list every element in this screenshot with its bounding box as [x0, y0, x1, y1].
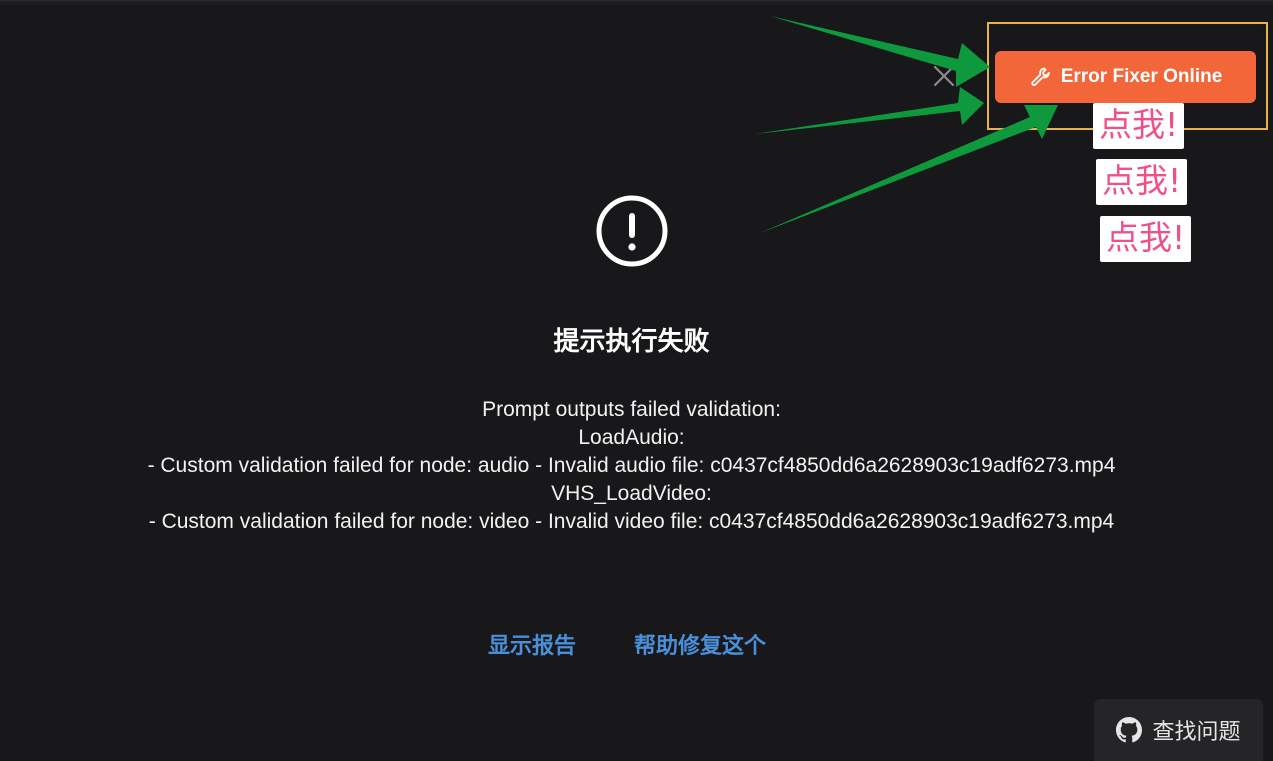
click-me-annotation: 点我! [1093, 103, 1185, 149]
close-icon [933, 65, 955, 87]
background-strip [0, 1, 1273, 5]
error-message-line: - Custom validation failed for node: aud… [147, 454, 1116, 477]
error-title: 提示执行失败 [553, 326, 710, 356]
click-me-annotation: 点我! [1096, 159, 1188, 205]
error-message-line: Prompt outputs failed validation: [482, 398, 781, 421]
error-dialog: Error Fixer Online 点我! 点我! 点我! 提示执行失败 Pr… [0, 0, 1273, 761]
show-report-link[interactable]: 显示报告 [488, 631, 576, 661]
arrow-2 [755, 87, 984, 134]
wrench-icon [1031, 67, 1050, 86]
error-fixer-online-button[interactable]: Error Fixer Online [995, 51, 1256, 103]
arrow-1 [770, 16, 990, 87]
find-issues-button[interactable]: 查找问题 [1094, 699, 1263, 761]
error-message: Prompt outputs failed validation: LoadAu… [0, 396, 1263, 536]
find-issues-label: 查找问题 [1152, 719, 1241, 744]
error-fixer-label: Error Fixer Online [1060, 66, 1223, 87]
error-alert-icon [595, 194, 669, 268]
error-message-line: VHS_LoadVideo: [551, 482, 712, 505]
github-icon [1116, 717, 1143, 743]
error-message-line: LoadAudio: [578, 426, 685, 449]
close-button[interactable] [931, 63, 957, 89]
help-fix-link[interactable]: 帮助修复这个 [634, 631, 766, 661]
click-me-annotation: 点我! [1100, 216, 1192, 262]
error-message-line: - Custom validation failed for node: vid… [148, 510, 1115, 533]
